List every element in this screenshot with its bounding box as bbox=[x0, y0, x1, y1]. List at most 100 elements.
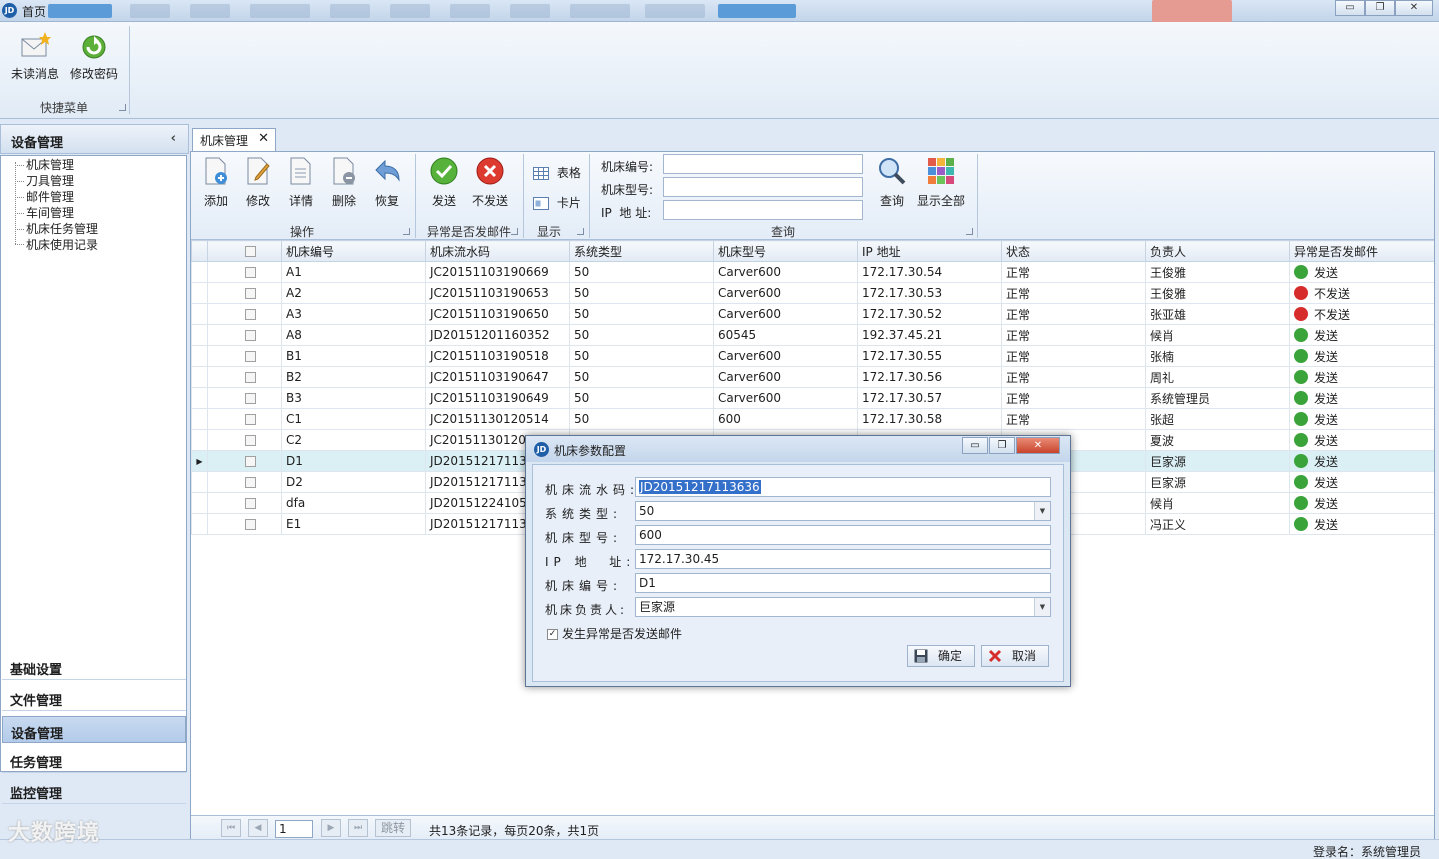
table-row[interactable]: A3 JC20151103190650 50 Carver600 172.17.30.5… bbox=[191, 303, 1434, 325]
row-indicator[interactable] bbox=[191, 261, 208, 283]
first-page-button[interactable]: ⏮ bbox=[221, 819, 241, 837]
row-checkbox[interactable] bbox=[245, 498, 256, 509]
machine-model-input[interactable]: 600 bbox=[635, 525, 1051, 545]
row-indicator[interactable] bbox=[191, 345, 208, 367]
dialog-close-button[interactable]: ✕ bbox=[1016, 437, 1060, 454]
prev-page-button[interactable]: ◀ bbox=[248, 819, 268, 837]
nav-file-management[interactable]: 文件管理 bbox=[2, 684, 186, 711]
row-select-cell[interactable] bbox=[207, 387, 282, 409]
close-button[interactable]: ✕ bbox=[1395, 0, 1433, 16]
row-select-cell[interactable] bbox=[207, 450, 282, 472]
tree-item-machine-task-management[interactable]: 机床任务管理 bbox=[26, 222, 98, 237]
group-launcher-icon[interactable] bbox=[119, 104, 126, 111]
cancel-button[interactable]: 取消 bbox=[981, 645, 1049, 667]
dropdown-arrow-icon[interactable]: ▼ bbox=[1034, 502, 1050, 520]
jump-button[interactable]: 跳转 bbox=[375, 819, 411, 837]
row-select-cell[interactable] bbox=[207, 282, 282, 304]
table-row[interactable]: A2 JC20151103190653 50 Carver600 172.17.30.5… bbox=[191, 282, 1434, 304]
group-launcher-icon[interactable] bbox=[403, 228, 410, 235]
group-launcher-icon[interactable] bbox=[577, 228, 584, 235]
column-header[interactable]: IP 地址 bbox=[857, 240, 1002, 262]
row-checkbox[interactable] bbox=[245, 393, 256, 404]
row-indicator[interactable] bbox=[191, 324, 208, 346]
row-indicator[interactable] bbox=[191, 303, 208, 325]
tree-item-tool-management[interactable]: 刀具管理 bbox=[26, 174, 74, 189]
nav-basic-settings[interactable]: 基础设置 bbox=[2, 653, 186, 680]
system-type-select[interactable]: 50 ▼ bbox=[635, 501, 1051, 521]
row-checkbox[interactable] bbox=[245, 309, 256, 320]
machine-no-input[interactable] bbox=[663, 154, 863, 174]
row-checkbox[interactable] bbox=[245, 267, 256, 278]
column-header[interactable]: 机床型号 bbox=[713, 240, 858, 262]
row-indicator[interactable] bbox=[191, 513, 208, 535]
send-button[interactable]: 发送 bbox=[423, 156, 465, 209]
change-password-button[interactable]: 修改密码 bbox=[66, 30, 122, 92]
nav-monitor-management[interactable]: 监控管理 bbox=[2, 777, 186, 804]
owner-select[interactable]: 巨家源 ▼ bbox=[635, 597, 1051, 617]
row-select-cell[interactable] bbox=[207, 261, 282, 283]
send-mail-checkbox[interactable]: ✓ bbox=[547, 629, 558, 640]
column-header[interactable]: 机床编号 bbox=[281, 240, 426, 262]
dialog-maximize-button[interactable]: ❐ bbox=[989, 437, 1015, 454]
collapse-icon[interactable]: ‹ bbox=[171, 131, 176, 146]
tree-item-machine-management[interactable]: 机床管理 bbox=[26, 158, 74, 173]
column-header[interactable]: 机床流水码 bbox=[425, 240, 570, 262]
row-checkbox[interactable] bbox=[245, 288, 256, 299]
tree-item-workshop-management[interactable]: 车间管理 bbox=[26, 206, 74, 221]
row-select-cell[interactable] bbox=[207, 492, 282, 514]
table-row[interactable]: C1 JC20151130120514 50 600 172.17.30.58 正常 张超 发… bbox=[191, 408, 1434, 430]
row-select-cell[interactable] bbox=[207, 324, 282, 346]
row-indicator[interactable] bbox=[191, 492, 208, 514]
row-indicator[interactable] bbox=[191, 408, 208, 430]
table-row[interactable]: A1 JC20151103190669 50 Carver600 172.17.30.5… bbox=[191, 261, 1434, 283]
restore-button[interactable]: ❐ bbox=[1365, 0, 1395, 16]
detail-button[interactable]: 详情 bbox=[280, 156, 322, 209]
no-send-button[interactable]: 不发送 bbox=[466, 156, 514, 209]
table-row[interactable]: B2 JC20151103190647 50 Carver600 172.17.30.5… bbox=[191, 366, 1434, 388]
row-checkbox[interactable] bbox=[245, 351, 256, 362]
row-indicator[interactable] bbox=[191, 429, 208, 451]
nav-device-management[interactable]: 设备管理 bbox=[2, 716, 186, 743]
row-checkbox[interactable] bbox=[245, 372, 256, 383]
machine-no-input[interactable]: D1 bbox=[635, 573, 1051, 593]
row-checkbox[interactable] bbox=[245, 477, 256, 488]
machine-model-input[interactable] bbox=[663, 177, 863, 197]
group-launcher-icon[interactable] bbox=[511, 228, 518, 235]
group-launcher-icon[interactable] bbox=[966, 228, 973, 235]
row-select-cell[interactable] bbox=[207, 429, 282, 451]
last-page-button[interactable]: ⏭ bbox=[348, 819, 368, 837]
table-row[interactable]: B1 JC20151103190518 50 Carver600 172.17.30.5… bbox=[191, 345, 1434, 367]
row-checkbox[interactable] bbox=[245, 456, 256, 467]
tree-item-mail-management[interactable]: 邮件管理 bbox=[26, 190, 74, 205]
edit-button[interactable]: 修改 bbox=[237, 156, 279, 209]
tab-machine-management[interactable]: 机床管理 ✕ bbox=[192, 128, 276, 151]
row-select-cell[interactable] bbox=[207, 408, 282, 430]
table-view-button[interactable]: 表格 bbox=[533, 164, 581, 181]
ok-button[interactable]: 确定 bbox=[907, 645, 975, 667]
card-view-button[interactable]: 卡片 bbox=[533, 194, 581, 211]
add-button[interactable]: 添加 bbox=[195, 156, 237, 209]
table-row[interactable]: B3 JC20151103190649 50 Carver600 172.17.30.5… bbox=[191, 387, 1434, 409]
row-checkbox[interactable] bbox=[245, 330, 256, 341]
nav-task-management[interactable]: 任务管理 bbox=[2, 746, 186, 773]
column-header[interactable]: 异常是否发邮件 bbox=[1289, 240, 1434, 262]
select-all-checkbox[interactable] bbox=[245, 246, 256, 257]
row-select-cell[interactable] bbox=[207, 471, 282, 493]
ip-address-input[interactable]: 172.17.30.45 bbox=[635, 549, 1051, 569]
tree-item-machine-usage-record[interactable]: 机床使用记录 bbox=[26, 238, 98, 253]
row-select-cell[interactable] bbox=[207, 345, 282, 367]
row-select-cell[interactable] bbox=[207, 366, 282, 388]
ip-address-input[interactable] bbox=[663, 200, 863, 220]
tab-close-icon[interactable]: ✕ bbox=[258, 131, 269, 146]
row-select-cell[interactable] bbox=[207, 303, 282, 325]
dialog-minimize-button[interactable]: ▭ bbox=[962, 437, 988, 454]
row-indicator[interactable] bbox=[191, 366, 208, 388]
show-all-button[interactable]: 显示全部 bbox=[915, 156, 967, 209]
row-checkbox[interactable] bbox=[245, 435, 256, 446]
row-indicator[interactable] bbox=[191, 387, 208, 409]
dropdown-arrow-icon[interactable]: ▼ bbox=[1034, 598, 1050, 616]
column-header[interactable]: 系统类型 bbox=[569, 240, 714, 262]
row-checkbox[interactable] bbox=[245, 414, 256, 425]
minimize-button[interactable]: ▭ bbox=[1335, 0, 1365, 16]
column-header[interactable]: 状态 bbox=[1001, 240, 1146, 262]
